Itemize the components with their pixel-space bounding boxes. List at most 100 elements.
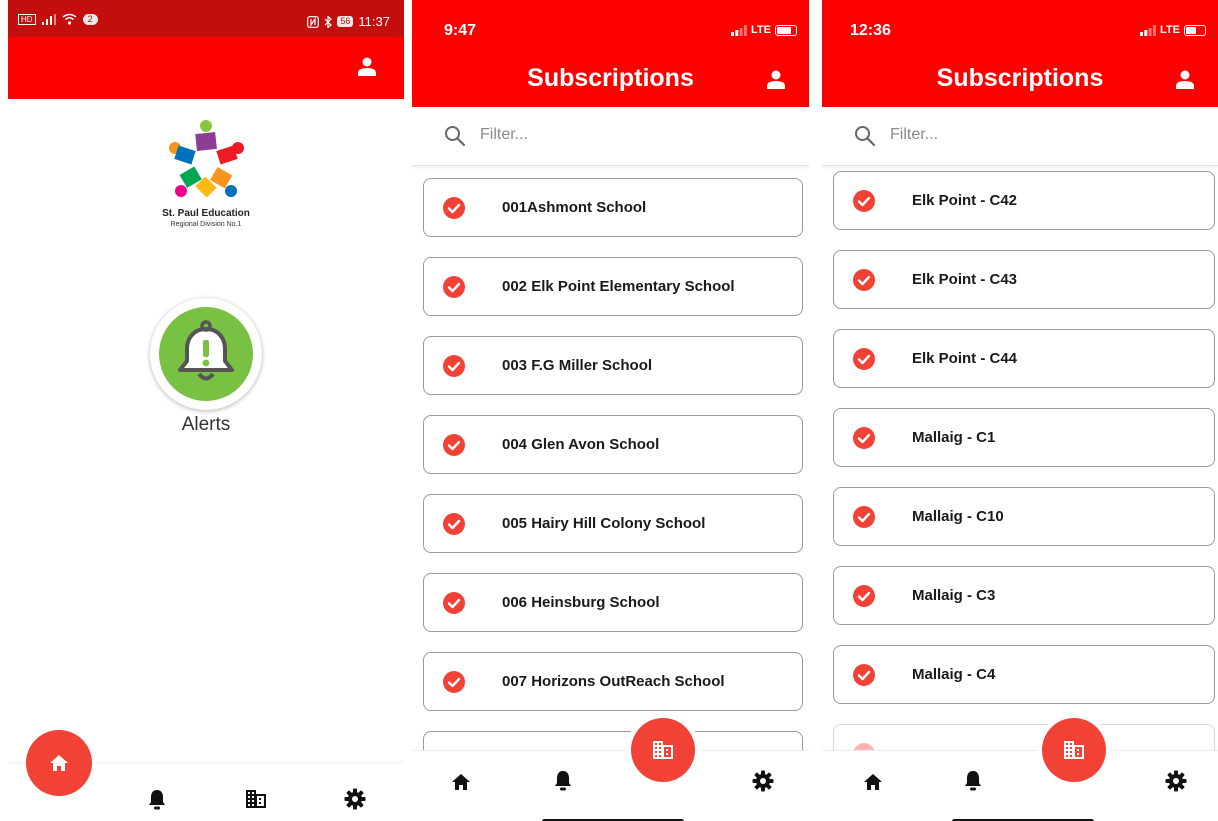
subscription-label: 001Ashmont School <box>502 199 647 216</box>
subscription-card[interactable]: Mallaig - C10 <box>833 487 1215 546</box>
checked-icon[interactable] <box>853 427 875 449</box>
page-title: Subscriptions <box>936 64 1104 92</box>
hd-icon: HD <box>18 13 36 25</box>
subscription-card[interactable]: Mallaig - C4 <box>833 645 1215 704</box>
subscription-card[interactable]: 005 Hairy Hill Colony School <box>423 494 803 553</box>
home-nav-icon[interactable] <box>451 773 471 791</box>
checked-icon[interactable] <box>443 197 465 219</box>
subscriptions-screen-schools: 9:47 LTE Subscriptions 001Ashmont School… <box>412 0 809 821</box>
filter-input[interactable] <box>480 123 780 147</box>
alerts-button[interactable] <box>150 298 262 410</box>
status-indicators: LTE <box>731 24 797 36</box>
subscription-label: Elk Point - C44 <box>912 350 1018 367</box>
subscription-card[interactable]: 001Ashmont School <box>423 178 803 237</box>
subscription-card[interactable]: Elk Point - C43 <box>833 250 1215 309</box>
status-time: 9:47 <box>444 22 477 39</box>
bottom-nav <box>412 750 809 821</box>
checked-icon[interactable] <box>443 434 465 456</box>
subscription-card-partial[interactable] <box>423 731 803 750</box>
status-time: 12:36 <box>850 22 891 39</box>
bluetooth-icon <box>324 15 333 28</box>
account-icon[interactable] <box>767 70 785 89</box>
status-indicators: LTE <box>1140 24 1206 36</box>
alert-bell-icon <box>178 320 234 381</box>
subscription-label: Elk Point - C43 <box>912 271 1018 288</box>
subscription-label: 006 Heinsburg School <box>502 594 660 611</box>
subscriptions-fab-button[interactable] <box>1042 718 1106 782</box>
checked-icon[interactable] <box>443 355 465 377</box>
gear-nav-icon[interactable] <box>1165 770 1187 792</box>
gear-nav-icon[interactable] <box>344 788 366 810</box>
building-icon <box>653 741 673 759</box>
subscriptions-screen-classes: 12:36 LTE Subscriptions Elk Point - C42 … <box>822 0 1218 821</box>
subscription-list: Elk Point - C42 Elk Point - C43 Elk Poin… <box>822 166 1218 750</box>
search-icon <box>855 126 876 147</box>
subscription-label: Mallaig - C10 <box>912 508 1004 525</box>
alerts-label: Alerts <box>181 414 231 435</box>
checked-icon[interactable] <box>853 585 875 607</box>
subscriptions-fab-button[interactable] <box>631 718 695 782</box>
subscription-label: 004 Glen Avon School <box>502 436 660 453</box>
app-bar <box>8 37 404 99</box>
checked-icon[interactable] <box>853 190 875 212</box>
subscription-card[interactable]: 006 Heinsburg School <box>423 573 803 632</box>
home-fab-button[interactable] <box>26 730 92 796</box>
subscription-card[interactable]: Mallaig - C1 <box>833 408 1215 467</box>
bell-nav-icon[interactable] <box>554 770 572 791</box>
subscription-label: Mallaig - C3 <box>912 587 996 604</box>
subscription-card[interactable]: 002 Elk Point Elementary School <box>423 257 803 316</box>
account-icon[interactable] <box>358 57 376 76</box>
battery-icon <box>775 24 797 36</box>
bottom-nav <box>822 750 1218 821</box>
home-nav-icon[interactable] <box>863 773 883 791</box>
checked-icon[interactable] <box>443 276 465 298</box>
battery-level: 56 <box>337 16 354 27</box>
checked-icon[interactable] <box>853 664 875 686</box>
logo-title: St. Paul Education <box>162 208 250 219</box>
subscription-card[interactable]: Elk Point - C44 <box>833 329 1215 388</box>
logo-star-graphic <box>169 120 244 198</box>
subscription-card[interactable]: 003 F.G Miller School <box>423 336 803 395</box>
filter-bar <box>822 107 1218 166</box>
subscription-label: Mallaig - C4 <box>912 666 996 683</box>
network-type: LTE <box>1160 24 1180 36</box>
alerts-button-circle <box>159 307 253 401</box>
subscription-card[interactable]: 007 Horizons OutReach School <box>423 652 803 711</box>
subscription-label: 003 F.G Miller School <box>502 357 653 374</box>
bell-nav-icon[interactable] <box>964 770 982 791</box>
checked-icon[interactable] <box>853 506 875 528</box>
logo-subtitle: Regional Division No.1 <box>170 221 242 228</box>
school-division-logo: St. Paul Education Regional Division No.… <box>156 118 256 238</box>
nfc-icon <box>307 15 320 28</box>
android-status-bar: HD 2 56 11:37 <box>8 0 404 37</box>
signal-icon <box>41 13 56 25</box>
signal-icon <box>1140 24 1156 36</box>
account-icon[interactable] <box>1176 70 1194 89</box>
checked-icon[interactable] <box>853 269 875 291</box>
app-header: 12:36 LTE Subscriptions <box>822 0 1218 107</box>
subscription-card[interactable]: Elk Point - C42 <box>833 171 1215 230</box>
subscription-label: Mallaig - C1 <box>912 429 996 446</box>
subscription-label: 007 Horizons OutReach School <box>502 673 725 690</box>
page-title: Subscriptions <box>527 64 694 92</box>
checked-icon[interactable] <box>853 348 875 370</box>
checked-icon[interactable] <box>443 513 465 535</box>
subscription-card[interactable]: 004 Glen Avon School <box>423 415 803 474</box>
home-screen: HD 2 56 11:37 St. Paul Education Regiona… <box>8 0 404 821</box>
filter-input[interactable] <box>890 123 1190 147</box>
checked-icon[interactable] <box>443 592 465 614</box>
status-time: 11:37 <box>358 14 390 29</box>
signal-icon <box>731 24 747 36</box>
bell-nav-icon[interactable] <box>148 789 166 810</box>
network-type: LTE <box>751 24 771 36</box>
building-nav-icon[interactable] <box>245 789 267 809</box>
subscription-card[interactable]: Mallaig - C3 <box>833 566 1215 625</box>
subscription-label: Elk Point - C42 <box>912 192 1018 209</box>
subscription-label: 002 Elk Point Elementary School <box>502 278 735 295</box>
checked-icon[interactable] <box>443 671 465 693</box>
search-icon <box>445 126 466 147</box>
app-header: 9:47 LTE Subscriptions <box>412 0 809 107</box>
gear-nav-icon[interactable] <box>752 770 774 792</box>
notification-count-badge: 2 <box>82 13 98 25</box>
building-icon <box>1064 741 1084 759</box>
